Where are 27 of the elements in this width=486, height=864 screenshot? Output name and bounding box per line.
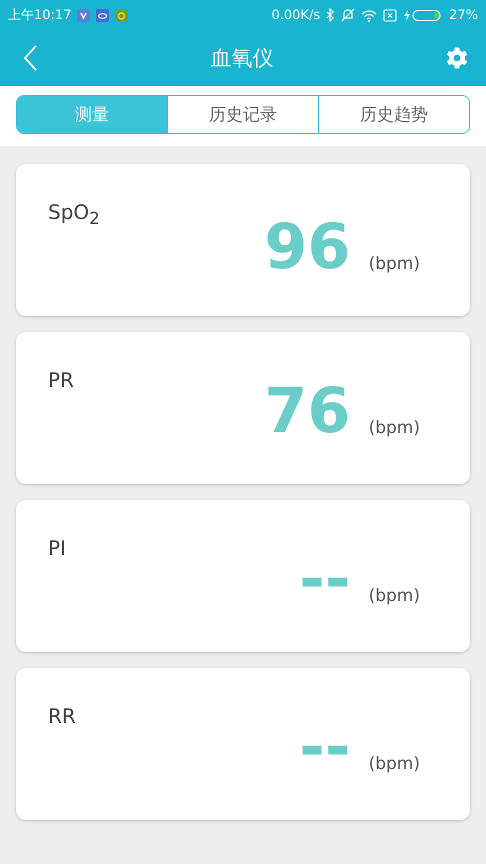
bluetooth-icon [326, 8, 336, 22]
network-speed: 0.00K/s [271, 8, 320, 22]
reading-value: 76 [264, 380, 351, 442]
reading-value: 96 [264, 216, 351, 278]
reading-name: PR [48, 368, 74, 392]
reading-name: RR [48, 704, 76, 728]
cloud-icon [96, 8, 110, 22]
reading-unit: (bpm) [368, 586, 420, 606]
back-icon[interactable] [22, 44, 38, 72]
reading-unit: (bpm) [368, 254, 420, 274]
tab[interactable]: 历史趋势 [318, 96, 469, 133]
reading-unit: (bpm) [368, 754, 420, 774]
app-icon [77, 8, 90, 22]
status-time: 上午10:17 [8, 7, 72, 24]
muted-bell-icon [341, 8, 356, 22]
battery-percent: 27% [449, 8, 478, 22]
app-icon [115, 8, 128, 22]
battery-charging-icon [403, 8, 444, 22]
screen-title: 血氧仪 [210, 45, 274, 72]
reading-name: PI [48, 536, 66, 560]
no-sim-icon [383, 8, 398, 22]
wifi-icon [361, 8, 378, 22]
reading-value: -- [299, 716, 351, 778]
reading-value: -- [299, 548, 351, 610]
reading-name: SpO$_{2}$ [48, 200, 100, 228]
reading-unit: (bpm) [368, 418, 420, 438]
settings-icon[interactable] [446, 47, 468, 69]
